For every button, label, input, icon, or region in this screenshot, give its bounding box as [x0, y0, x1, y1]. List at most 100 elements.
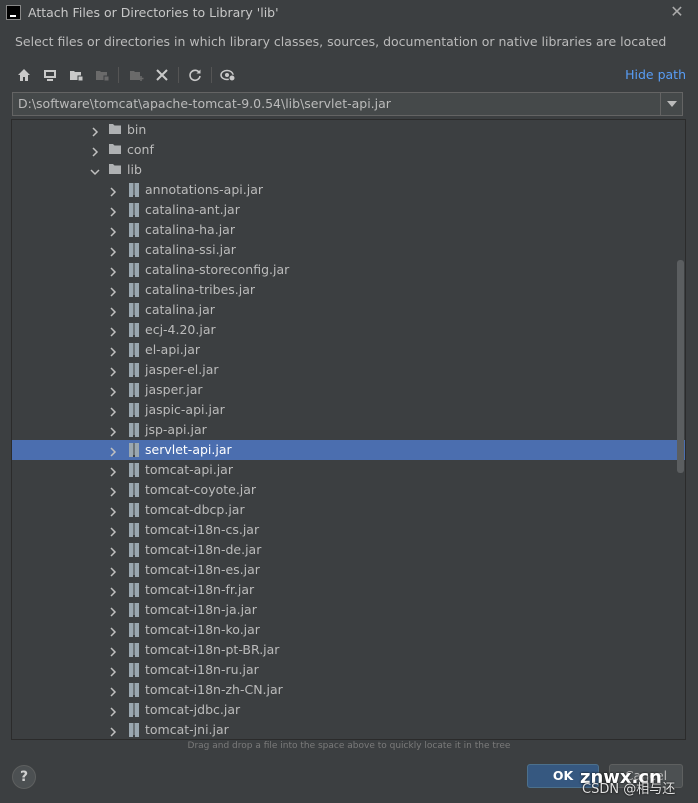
- chevron-right-icon[interactable]: [108, 725, 118, 737]
- tree-file-item[interactable]: catalina-tribes.jar: [12, 280, 685, 300]
- tree-file-item[interactable]: annotations-api.jar: [12, 180, 685, 200]
- tree-file-item[interactable]: tomcat-jdbc.jar: [12, 700, 685, 720]
- vertical-scrollbar[interactable]: [677, 260, 684, 473]
- project-folder-icon[interactable]: [66, 64, 86, 86]
- chevron-right-icon[interactable]: [108, 385, 118, 397]
- folder-icon: [108, 162, 122, 178]
- chevron-right-icon[interactable]: [90, 145, 100, 157]
- chevron-right-icon[interactable]: [108, 685, 118, 697]
- tree-file-item[interactable]: tomcat-i18n-cs.jar: [12, 520, 685, 540]
- chevron-right-icon[interactable]: [108, 345, 118, 357]
- hide-path-link[interactable]: Hide path: [625, 67, 686, 82]
- tree-item-label: tomcat-i18n-de.jar: [145, 542, 262, 557]
- tree-file-item[interactable]: tomcat-i18n-ja.jar: [12, 600, 685, 620]
- tree-item-label: catalina-ssi.jar: [145, 242, 236, 257]
- chevron-right-icon[interactable]: [108, 365, 118, 377]
- tree-file-item[interactable]: catalina.jar: [12, 300, 685, 320]
- tree-item-label: jasper.jar: [145, 382, 203, 397]
- tree-file-item[interactable]: tomcat-api.jar: [12, 460, 685, 480]
- chevron-right-icon[interactable]: [108, 705, 118, 717]
- new-folder-icon[interactable]: [126, 64, 146, 86]
- chevron-right-icon[interactable]: [108, 465, 118, 477]
- chevron-right-icon[interactable]: [108, 585, 118, 597]
- jar-archive-icon: [128, 502, 142, 518]
- jar-archive-icon: [128, 562, 142, 578]
- chevron-right-icon[interactable]: [108, 325, 118, 337]
- tree-file-item[interactable]: tomcat-i18n-ru.jar: [12, 660, 685, 680]
- chevron-right-icon[interactable]: [108, 505, 118, 517]
- dialog-description: Select files or directories in which lib…: [15, 34, 667, 49]
- tree-file-item[interactable]: ecj-4.20.jar: [12, 320, 685, 340]
- tree-file-item[interactable]: jsp-api.jar: [12, 420, 685, 440]
- tree-item-label: conf: [127, 142, 154, 157]
- jar-archive-icon: [128, 702, 142, 718]
- toolbar-separator: [178, 67, 179, 83]
- chevron-down-icon[interactable]: [90, 165, 100, 176]
- chevron-right-icon[interactable]: [108, 525, 118, 537]
- chevron-right-icon[interactable]: [108, 405, 118, 417]
- tree-file-item[interactable]: servlet-api.jar: [12, 440, 685, 460]
- jar-archive-icon: [128, 462, 142, 478]
- file-chooser-toolbar: Hide path: [12, 64, 688, 86]
- path-value[interactable]: D:\software\tomcat\apache-tomcat-9.0.54\…: [18, 96, 391, 111]
- tree-file-item[interactable]: jasper.jar: [12, 380, 685, 400]
- chevron-right-icon[interactable]: [108, 445, 118, 457]
- delete-icon[interactable]: [152, 64, 172, 86]
- tree-item-label: catalina-storeconfig.jar: [145, 262, 290, 277]
- chevron-right-icon[interactable]: [108, 665, 118, 677]
- tree-file-item[interactable]: tomcat-i18n-ko.jar: [12, 620, 685, 640]
- chevron-right-icon[interactable]: [108, 185, 118, 197]
- home-icon[interactable]: [14, 64, 34, 86]
- chevron-right-icon[interactable]: [108, 285, 118, 297]
- chevron-right-icon[interactable]: [90, 125, 100, 137]
- dropdown-arrow-icon[interactable]: [660, 93, 682, 115]
- tree-file-item[interactable]: catalina-ant.jar: [12, 200, 685, 220]
- tree-item-label: tomcat-dbcp.jar: [145, 502, 245, 517]
- chevron-right-icon[interactable]: [108, 605, 118, 617]
- chevron-right-icon[interactable]: [108, 225, 118, 237]
- desktop-icon[interactable]: [40, 64, 60, 86]
- tree-file-item[interactable]: jasper-el.jar: [12, 360, 685, 380]
- tree-file-item[interactable]: catalina-ha.jar: [12, 220, 685, 240]
- tree-file-item[interactable]: tomcat-i18n-pt-BR.jar: [12, 640, 685, 660]
- path-combobox[interactable]: D:\software\tomcat\apache-tomcat-9.0.54\…: [12, 92, 683, 116]
- tree-file-item[interactable]: tomcat-coyote.jar: [12, 480, 685, 500]
- chevron-right-icon[interactable]: [108, 545, 118, 557]
- chevron-right-icon[interactable]: [108, 245, 118, 257]
- tree-folder-conf[interactable]: conf: [12, 140, 685, 160]
- window-title: Attach Files or Directories to Library '…: [28, 5, 279, 20]
- tree-file-item[interactable]: tomcat-i18n-fr.jar: [12, 580, 685, 600]
- chevron-right-icon[interactable]: [108, 625, 118, 637]
- tree-file-item[interactable]: catalina-ssi.jar: [12, 240, 685, 260]
- chevron-right-icon[interactable]: [108, 565, 118, 577]
- tree-folder-bin[interactable]: bin: [12, 120, 685, 140]
- tree-file-item[interactable]: el-api.jar: [12, 340, 685, 360]
- show-hidden-icon[interactable]: [218, 64, 238, 86]
- file-tree[interactable]: bin conf lib annotations-api.jar catalina-an…: [11, 119, 686, 740]
- chevron-right-icon[interactable]: [108, 425, 118, 437]
- help-button[interactable]: ?: [12, 765, 36, 789]
- module-folder-icon[interactable]: [92, 64, 112, 86]
- close-icon[interactable]: ✕: [666, 2, 688, 24]
- tree-file-item[interactable]: catalina-storeconfig.jar: [12, 260, 685, 280]
- tree-file-item[interactable]: tomcat-jni.jar: [12, 720, 685, 739]
- jar-archive-icon: [128, 242, 142, 258]
- chevron-right-icon[interactable]: [108, 305, 118, 317]
- chevron-right-icon[interactable]: [108, 645, 118, 657]
- tree-file-item[interactable]: jaspic-api.jar: [12, 400, 685, 420]
- tree-folder-lib[interactable]: lib: [12, 160, 685, 180]
- refresh-icon[interactable]: [185, 64, 205, 86]
- tree-file-item[interactable]: tomcat-i18n-zh-CN.jar: [12, 680, 685, 700]
- tree-item-label: ecj-4.20.jar: [145, 322, 216, 337]
- chevron-right-icon[interactable]: [108, 265, 118, 277]
- tree-file-item[interactable]: tomcat-i18n-es.jar: [12, 560, 685, 580]
- tree-item-label: tomcat-i18n-zh-CN.jar: [145, 682, 283, 697]
- chevron-right-icon[interactable]: [108, 485, 118, 497]
- chevron-right-icon[interactable]: [108, 205, 118, 217]
- tree-file-item[interactable]: tomcat-i18n-de.jar: [12, 540, 685, 560]
- jar-archive-icon: [128, 322, 142, 338]
- jar-archive-icon: [128, 482, 142, 498]
- jar-archive-icon: [128, 302, 142, 318]
- tree-file-item[interactable]: tomcat-dbcp.jar: [12, 500, 685, 520]
- jar-archive-icon: [128, 582, 142, 598]
